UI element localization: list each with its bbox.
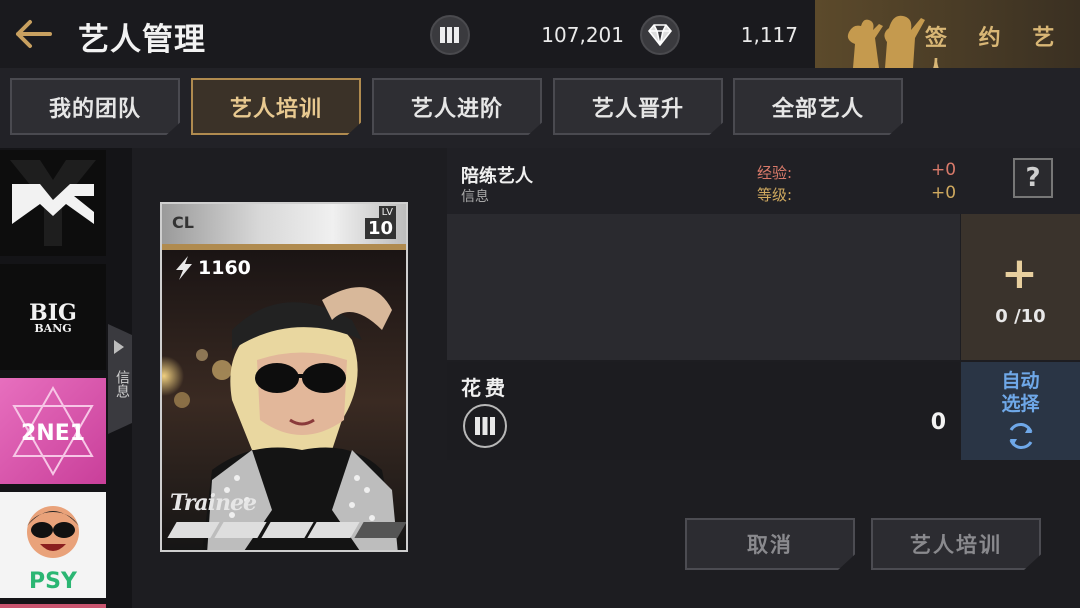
train-artist-button[interactable]: 艺人培训: [871, 518, 1041, 570]
bigbang-line-2: BANG: [34, 322, 71, 335]
sidebar-item-bigbang[interactable]: BIG BANG: [0, 264, 106, 370]
agency-sidebar: BIG BANG 2NE1 PSY 信息: [0, 148, 132, 608]
sparring-info-row: 陪练艺人 信息 经验: 等级: +0 +0 ?: [447, 148, 1080, 214]
add-sparring-button[interactable]: + 0 /10: [961, 214, 1080, 360]
help-icon[interactable]: ?: [1013, 158, 1053, 198]
sparring-title: 陪练艺人: [461, 166, 533, 187]
card-bar-segment: [260, 522, 314, 538]
cost-label: 花费: [461, 376, 509, 400]
card-grade: CL: [172, 213, 194, 232]
sidebar-item-2ne1[interactable]: 2NE1: [0, 378, 106, 484]
yg-logo-icon: [0, 150, 106, 256]
training-panel: 陪练艺人 信息 经验: 等级: +0 +0 ? + 0 /10 花费 0 自动 …: [447, 148, 1080, 608]
auto-select-line-1: 自动: [1001, 370, 1040, 392]
card-bar-segment: [354, 522, 406, 538]
sparring-slot-area[interactable]: [447, 214, 960, 360]
tab-bar: 我的团队 艺人培训 艺人进阶 艺人晋升 全部艺人: [0, 68, 1080, 148]
card-gold-stripe: [162, 244, 406, 250]
lightning-icon: [176, 256, 192, 280]
card-bar-segment: [307, 522, 360, 538]
expand-arrow-icon: [114, 340, 124, 354]
2ne1-logo-icon: 2NE1: [0, 378, 106, 484]
bigbang-logo-icon: BIG BANG: [0, 264, 106, 370]
coin-icon: [430, 15, 470, 55]
exp-value: +0: [931, 160, 957, 180]
card-power-value: 1160: [198, 257, 251, 279]
coin-balance: 107,201: [541, 23, 624, 47]
singers-silhouette-icon: [847, 15, 925, 68]
2ne1-label: 2NE1: [21, 421, 85, 446]
page-title: 艺人管理: [78, 22, 206, 58]
tab-artist-training[interactable]: 艺人培训: [191, 78, 361, 135]
exp-label: 经验:: [757, 164, 793, 182]
sidebar-info-handle[interactable]: 信息: [108, 324, 132, 434]
psy-label: PSY: [29, 569, 78, 594]
tab-all-artists[interactable]: 全部艺人: [733, 78, 903, 135]
back-arrow-icon[interactable]: [12, 16, 54, 52]
coin-icon: [463, 404, 507, 448]
auto-select-label: 自动 选择: [961, 370, 1080, 416]
auto-select-line-2: 选择: [1001, 393, 1040, 415]
cost-row: 花费 0: [447, 362, 960, 460]
sidebar-item-psy[interactable]: PSY: [0, 492, 106, 598]
cancel-button[interactable]: 取消: [685, 518, 855, 570]
sidebar-item-yg[interactable]: [0, 150, 106, 256]
sparring-subtitle: 信息: [461, 189, 489, 205]
card-bar-segment: [167, 522, 220, 538]
card-header: CL LV 10: [162, 204, 406, 244]
sign-artist-button[interactable]: 签 约 艺 人: [815, 0, 1080, 83]
card-progress-bars: [167, 522, 406, 538]
plus-icon: +: [1001, 248, 1038, 299]
tab-my-team[interactable]: 我的团队: [10, 78, 180, 135]
level-value: +0: [931, 183, 957, 203]
top-bar: 艺人管理 107,201 1,117 签 约 艺 人: [0, 0, 1080, 83]
card-bar-segment: [214, 522, 267, 538]
card-level: 10: [364, 218, 396, 239]
diamond-balance: 1,117: [740, 23, 798, 47]
refresh-icon: [1009, 423, 1033, 449]
sidebar-item-next[interactable]: [0, 604, 106, 608]
slot-count: 0 /10: [995, 306, 1046, 327]
level-label: 等级:: [757, 186, 793, 204]
tab-artist-promotion[interactable]: 艺人晋升: [553, 78, 723, 135]
psy-logo-icon: PSY: [0, 492, 106, 598]
card-power: 1160: [174, 256, 251, 280]
card-brand: Trainee: [170, 490, 257, 516]
sidebar-handle-label: 信息: [114, 370, 130, 398]
cost-value: 0: [930, 410, 946, 435]
artist-card[interactable]: CL LV 10 1160 Trainee: [160, 202, 408, 552]
app-root: 艺人管理 107,201 1,117 签 约 艺 人 我的团队 艺人培训 艺人进…: [0, 0, 1080, 608]
diamond-icon: [640, 15, 680, 55]
auto-select-button[interactable]: 自动 选择: [961, 362, 1080, 460]
tab-artist-advance[interactable]: 艺人进阶: [372, 78, 542, 135]
